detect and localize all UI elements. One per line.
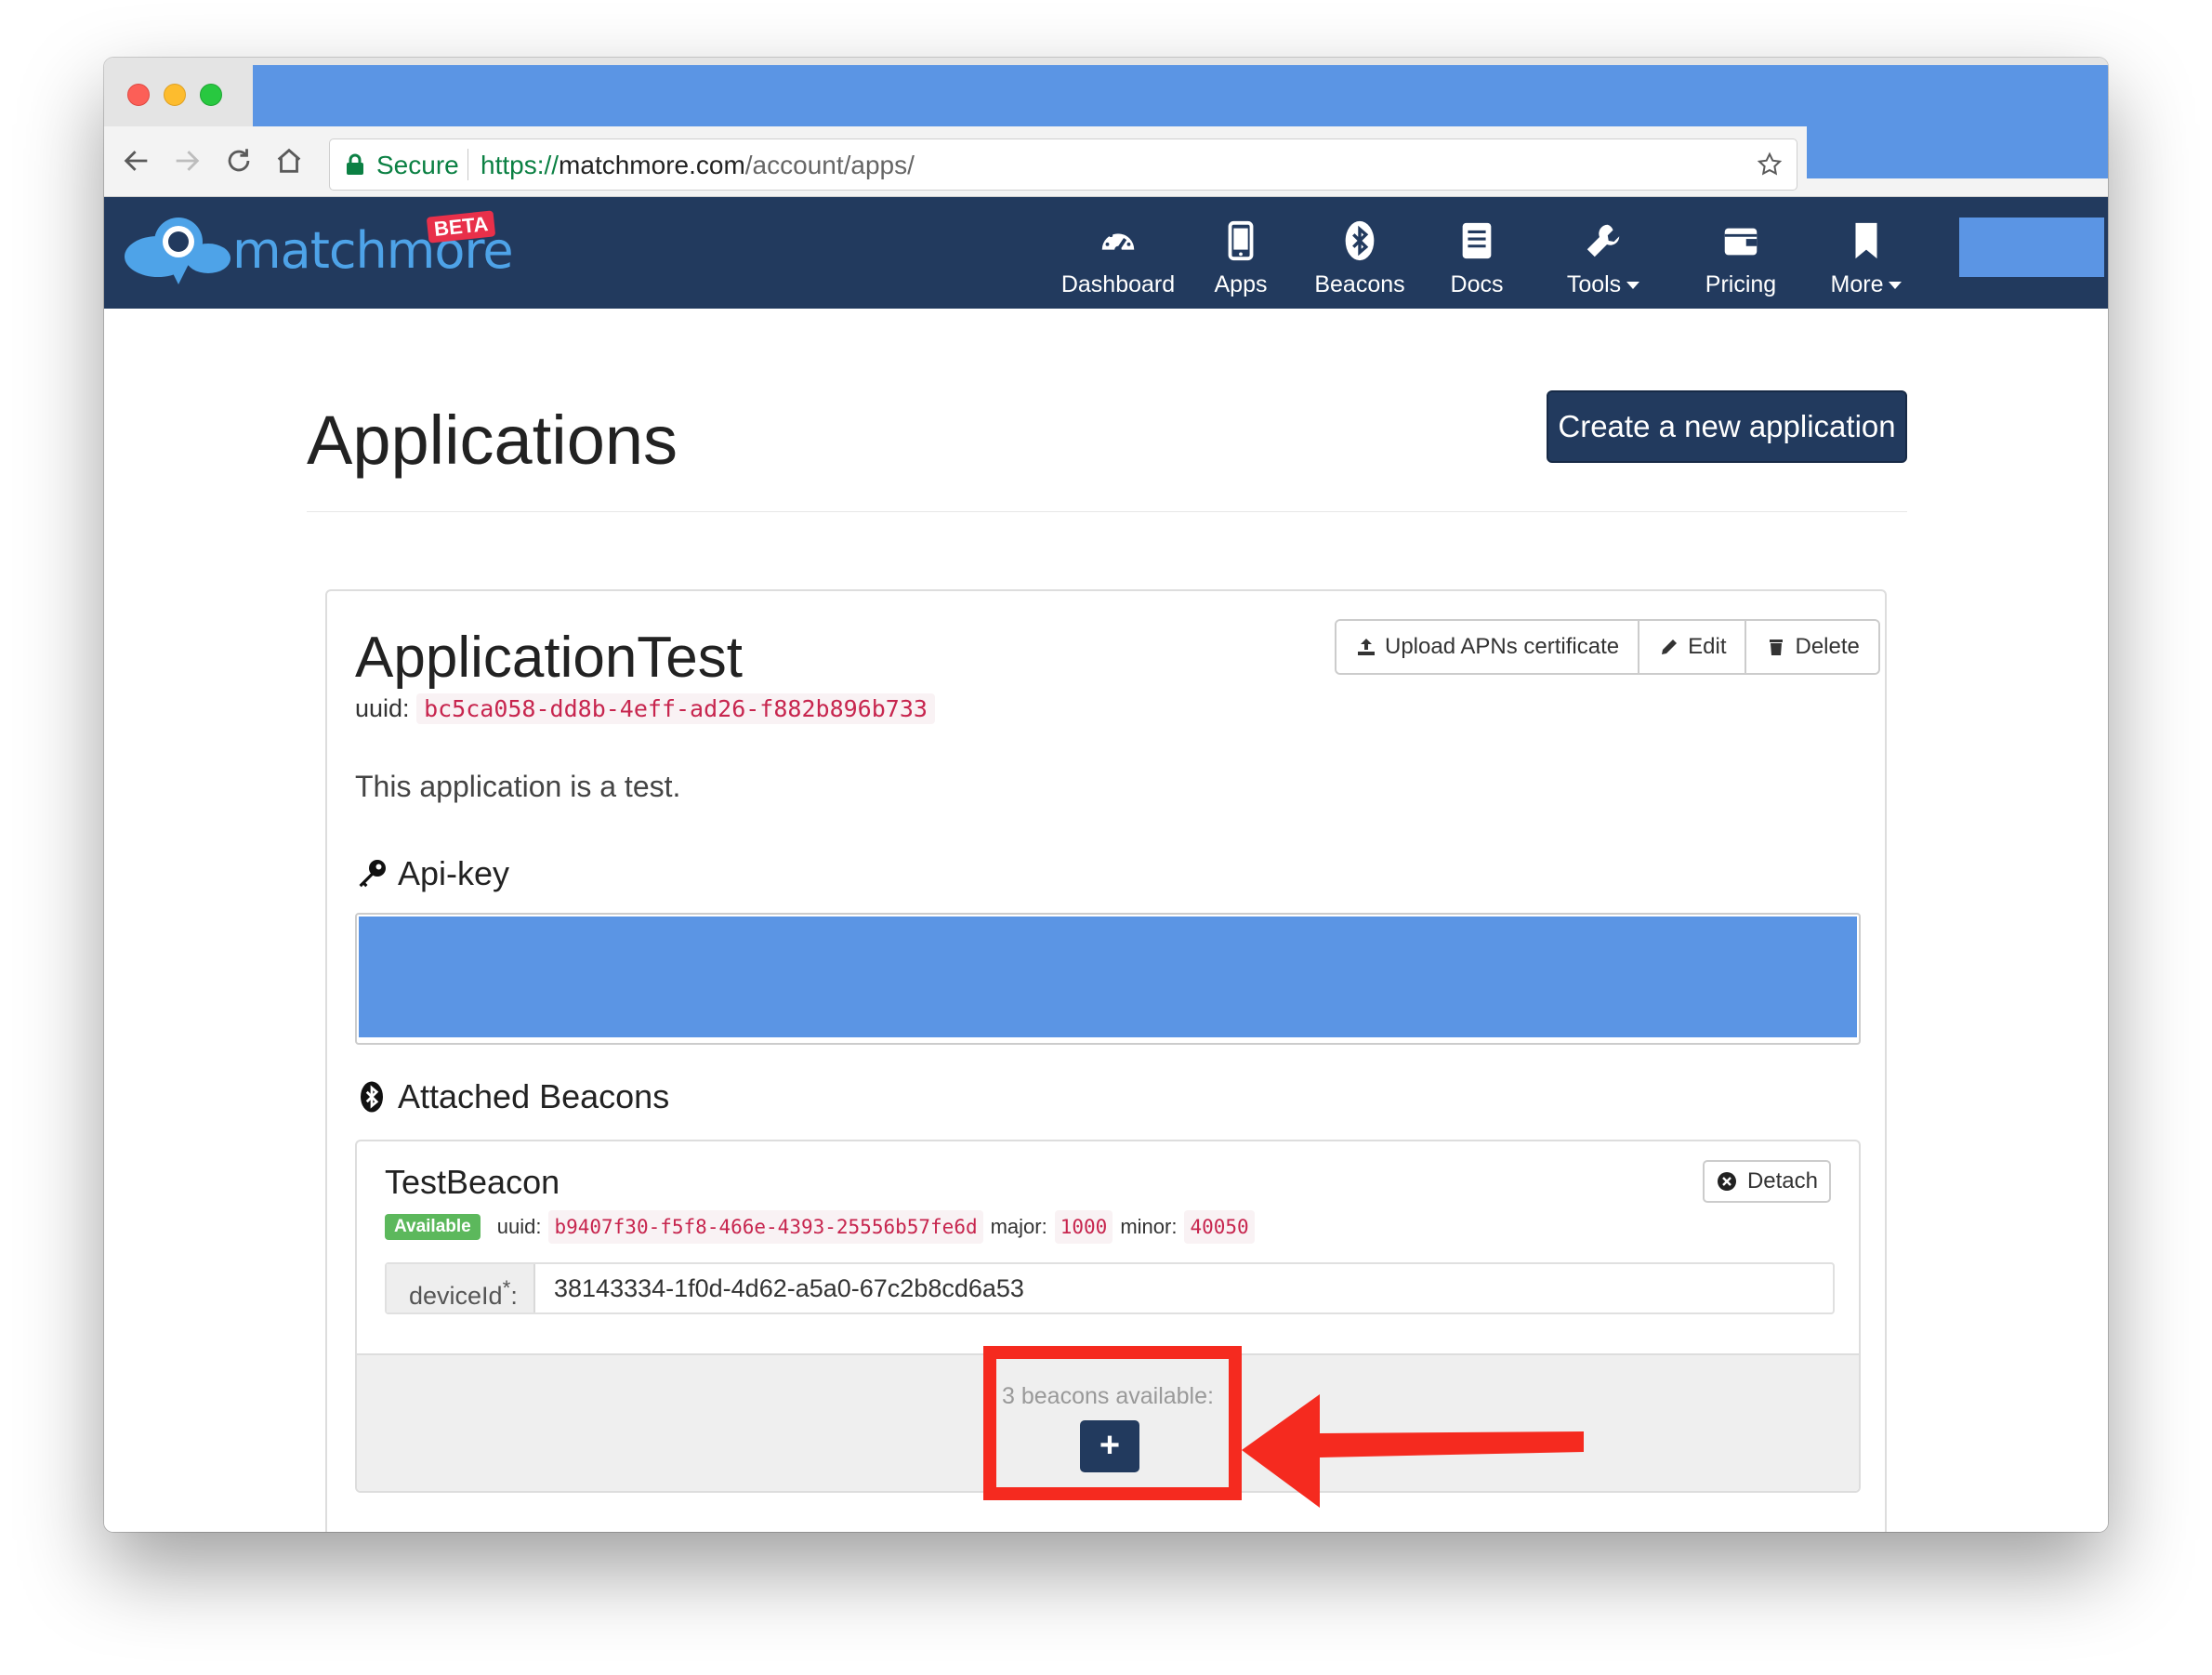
application-uuid-row: uuid: bc5ca058-dd8b-4eff-ad26-f882b896b7…	[355, 692, 935, 726]
nav-pricing[interactable]: Pricing	[1690, 219, 1792, 305]
nav-label: Pricing	[1705, 271, 1777, 297]
nav-dashboard[interactable]: Dashboard	[1058, 219, 1178, 305]
bluetooth-icon	[1345, 220, 1375, 261]
secure-label: Secure	[376, 151, 459, 179]
minor-value: 40050	[1184, 1210, 1255, 1244]
status-badge: Available	[385, 1214, 481, 1240]
attached-beacons-heading: Attached Beacons	[355, 1076, 669, 1117]
trash-icon	[1770, 640, 1784, 655]
mobile-phone-icon	[1228, 220, 1254, 261]
delete-label: Delete	[1795, 634, 1860, 659]
key-icon	[359, 860, 386, 888]
bluetooth-icon	[361, 1081, 383, 1113]
api-key-heading: Api-key	[355, 853, 509, 894]
bookmark-icon	[1855, 222, 1877, 259]
divider	[307, 511, 1907, 512]
url-text: https://matchmore.com/account/apps/	[481, 150, 915, 181]
lock-icon	[347, 153, 363, 175]
close-circle-icon	[1717, 1172, 1736, 1191]
speedometer-icon	[1101, 230, 1135, 254]
browser-window: Secure https://matchmore.com/account/app…	[104, 58, 2108, 1532]
nav-beacons[interactable]: Beacons	[1309, 219, 1411, 305]
back-arrow-icon[interactable]	[121, 145, 152, 177]
beacon-info-row: Available uuid: b9407f30-f5f8-466e-4393-…	[385, 1210, 1255, 1244]
nav-docs[interactable]: Docs	[1435, 219, 1519, 305]
device-id-label: deviceId*:	[387, 1264, 535, 1312]
reload-icon[interactable]	[223, 145, 255, 177]
matchmore-logo-icon[interactable]	[121, 210, 242, 294]
nav-label: Docs	[1450, 271, 1504, 297]
nav-label: Dashboard	[1060, 271, 1176, 297]
application-actions: Upload APNs certificate Edit Delete	[1335, 619, 1880, 675]
browser-toolbar: Secure https://matchmore.com/account/app…	[104, 126, 2108, 197]
redacted-account-area	[1959, 218, 2104, 277]
edit-button[interactable]: Edit	[1639, 621, 1747, 673]
delete-button[interactable]: Delete	[1746, 621, 1878, 673]
minor-label: minor:	[1120, 1215, 1178, 1238]
create-application-button[interactable]: Create a new application	[1547, 390, 1907, 463]
application-description: This application is a test.	[355, 770, 681, 803]
page-title: Applications	[307, 402, 678, 479]
upload-apns-certificate-button[interactable]: Upload APNs certificate	[1336, 621, 1640, 673]
beacon-uuid: b9407f30-f5f8-466e-4393-25556b57fe6d	[548, 1210, 983, 1244]
detach-button[interactable]: Detach	[1702, 1160, 1831, 1203]
caret-down-icon	[1626, 282, 1640, 290]
uuid-label: uuid:	[355, 694, 410, 722]
device-id-field: deviceId*: 38143334-1f0d-4d62-a5a0-67c2b…	[385, 1262, 1835, 1314]
site-header: matchmore BETA Dashboard Apps Beacons Do…	[104, 197, 2108, 309]
wallet-icon	[1724, 228, 1758, 256]
caret-down-icon	[1889, 282, 1903, 290]
edit-label: Edit	[1688, 634, 1727, 659]
url-path: /account/apps/	[744, 151, 915, 179]
major-label: major:	[990, 1215, 1047, 1238]
device-id-label-text: deviceId	[409, 1282, 503, 1310]
detach-label: Detach	[1746, 1168, 1818, 1194]
nav-label: More	[1820, 271, 1913, 297]
major-value: 1000	[1054, 1210, 1113, 1244]
nav-tools-text: Tools	[1566, 271, 1622, 297]
book-icon	[1462, 222, 1492, 259]
beacon-uuid-label: uuid:	[496, 1215, 542, 1238]
upload-icon	[1358, 639, 1375, 655]
device-id-colon: :	[510, 1282, 518, 1310]
tab-strip	[104, 58, 2108, 126]
annotation-highlight-box	[983, 1346, 1242, 1500]
close-window-button[interactable]	[127, 84, 150, 106]
api-key-textarea[interactable]	[355, 913, 1861, 1045]
beacon-name: TestBeacon	[385, 1163, 560, 1201]
nav-label: Tools	[1552, 271, 1654, 297]
nav-label: Beacons	[1314, 271, 1405, 297]
redacted-tab-area	[253, 65, 2108, 126]
redacted-toolbar-area	[1807, 126, 2108, 178]
redacted-api-key	[359, 917, 1857, 1037]
wrench-icon	[1587, 224, 1620, 257]
application-name: ApplicationTest	[355, 626, 744, 690]
url-protocol: https://	[481, 151, 560, 179]
nav-apps[interactable]: Apps	[1208, 219, 1273, 305]
url-separator	[467, 149, 468, 180]
minimize-window-button[interactable]	[164, 84, 186, 106]
api-key-heading-text: Api-key	[398, 854, 510, 892]
nav-tools[interactable]: Tools	[1552, 219, 1654, 305]
nav-more[interactable]: More	[1820, 219, 1913, 305]
application-uuid: bc5ca058-dd8b-4eff-ad26-f882b896b733	[416, 693, 935, 724]
home-icon[interactable]	[273, 145, 305, 177]
zoom-window-button[interactable]	[200, 84, 222, 106]
forward-arrow-icon[interactable]	[171, 145, 203, 177]
nav-label: Apps	[1214, 271, 1268, 297]
address-bar[interactable]: Secure https://matchmore.com/account/app…	[329, 138, 1797, 191]
attached-beacons-heading-text: Attached Beacons	[398, 1077, 670, 1115]
pencil-icon	[1662, 640, 1678, 654]
device-id-value[interactable]: 38143334-1f0d-4d62-a5a0-67c2b8cd6a53	[535, 1264, 1833, 1312]
url-host: matchmore.com	[559, 151, 745, 179]
bookmark-star-icon[interactable]	[1756, 151, 1784, 178]
upload-label: Upload APNs certificate	[1385, 634, 1620, 659]
nav-more-text: More	[1830, 271, 1884, 297]
annotation-arrow-icon	[1242, 1394, 1584, 1508]
